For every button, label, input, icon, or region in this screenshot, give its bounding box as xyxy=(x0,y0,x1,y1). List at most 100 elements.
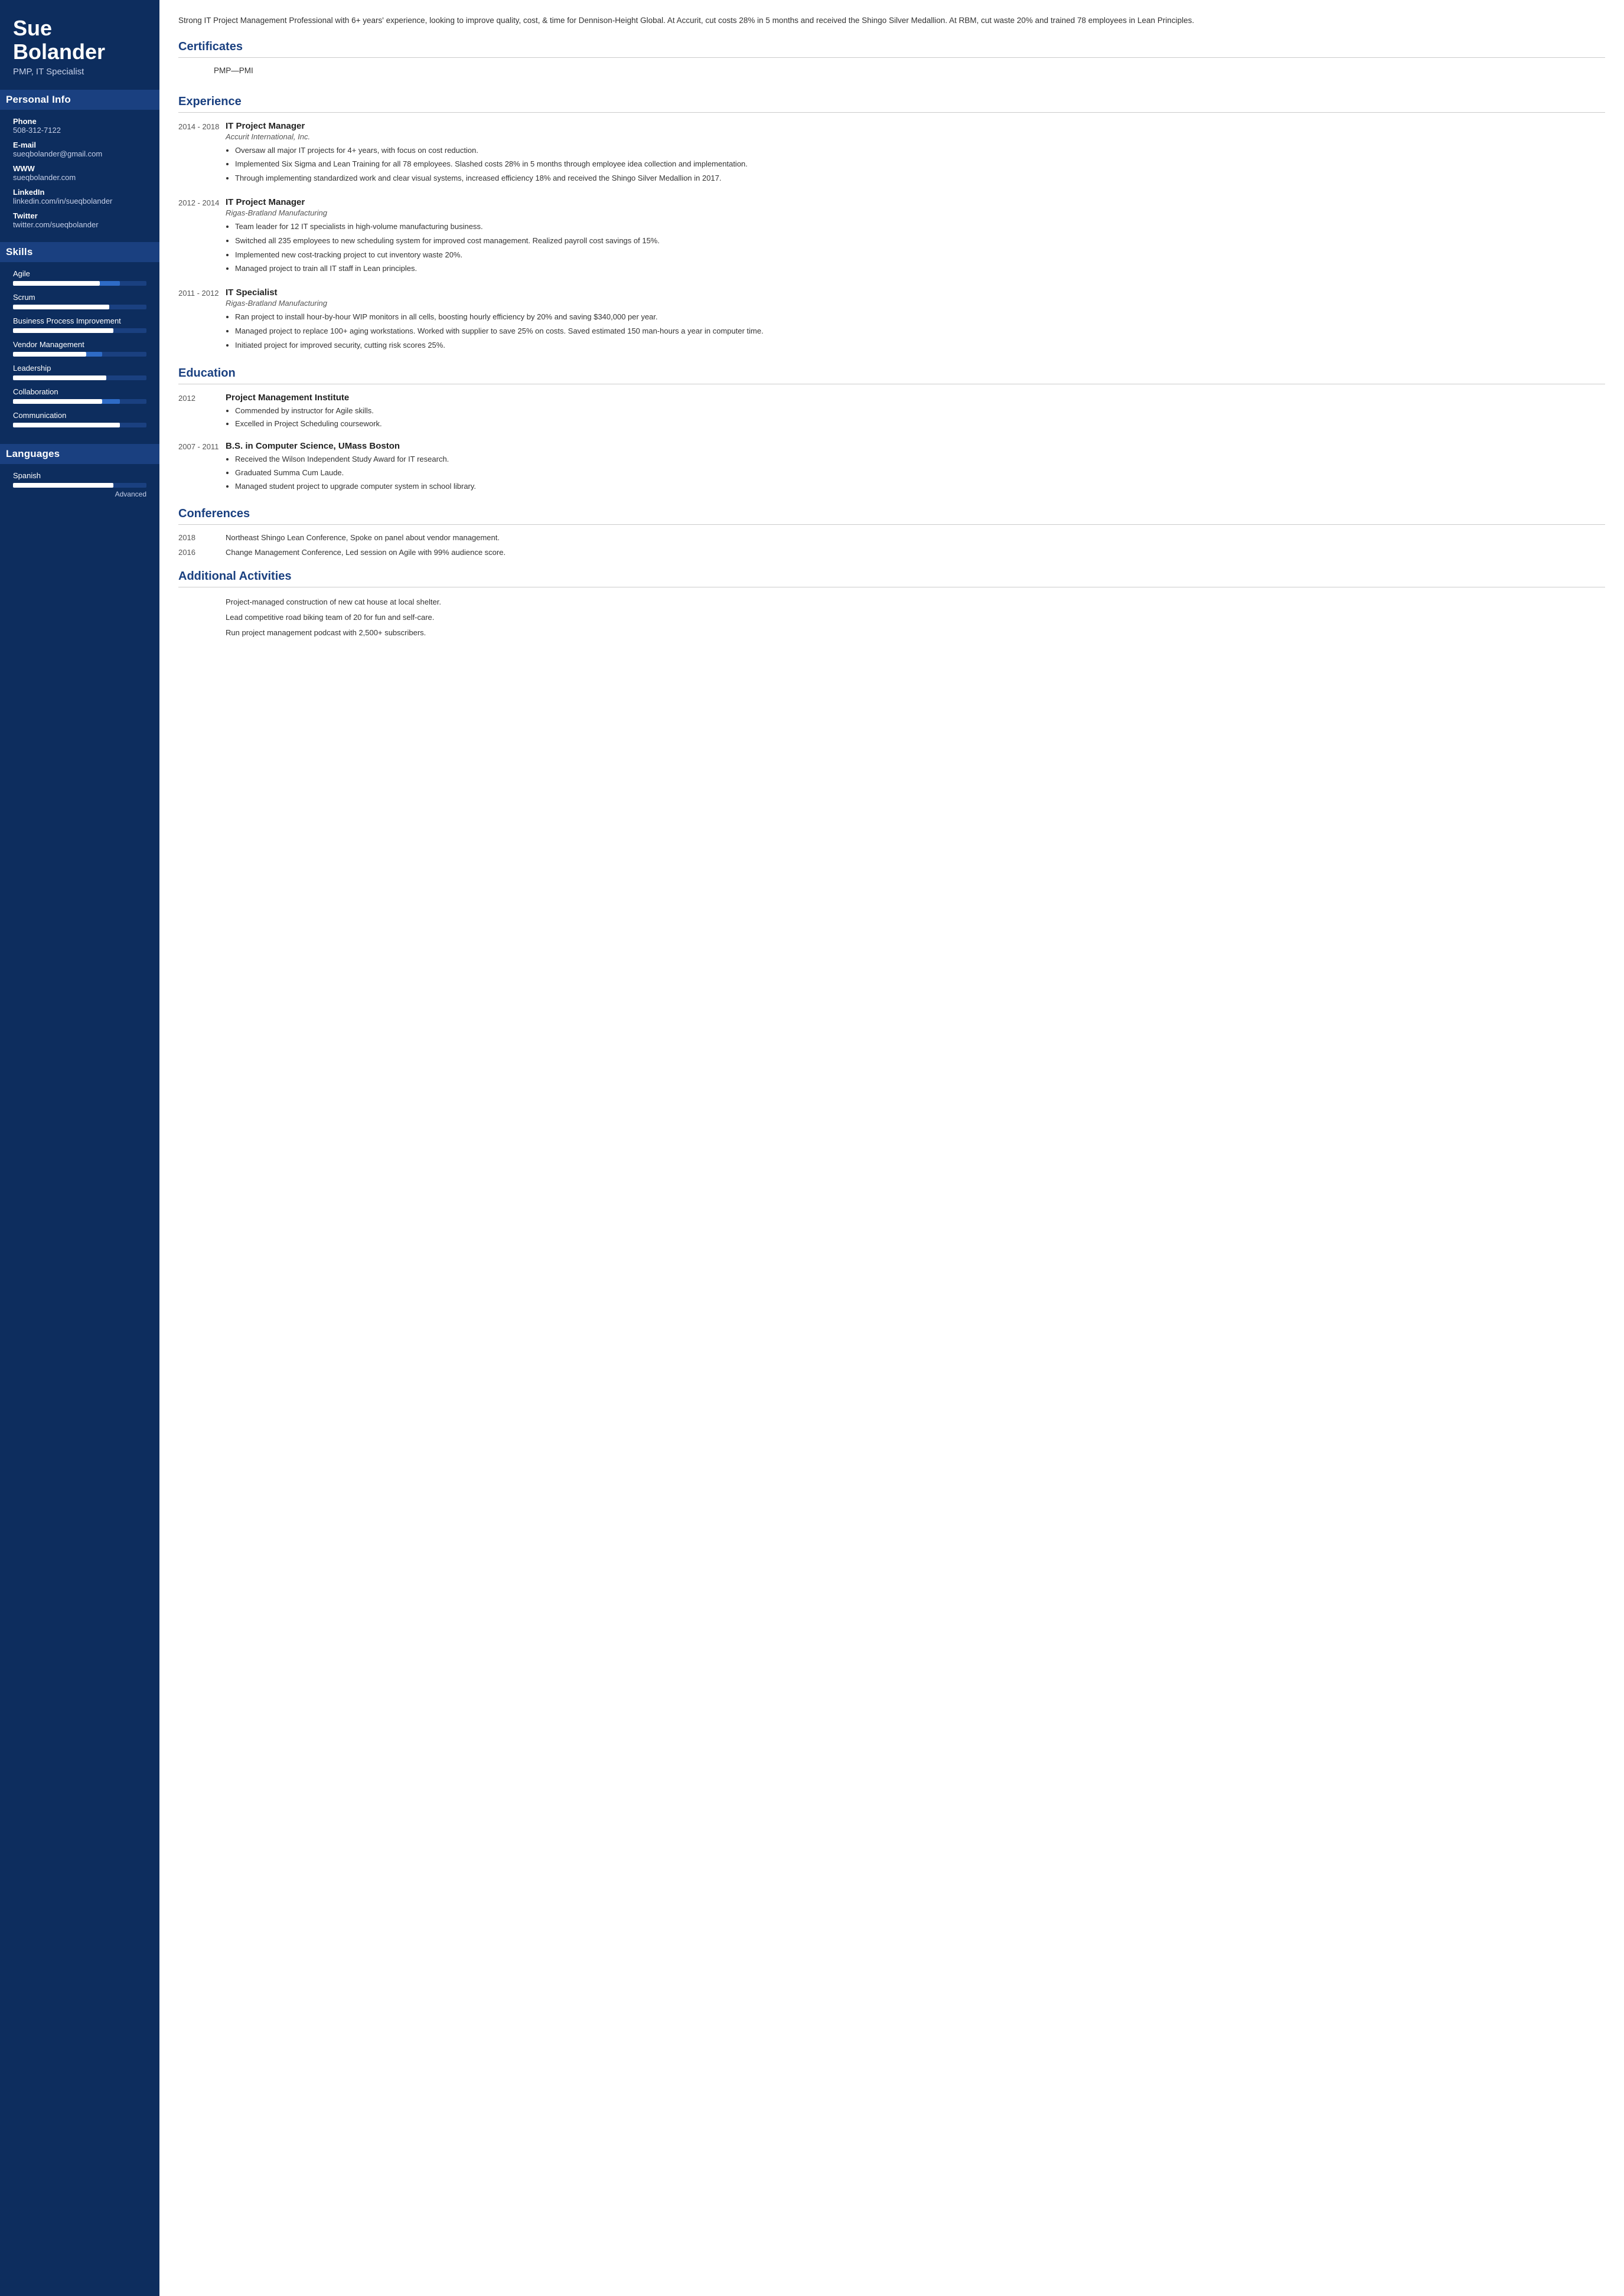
edu-item-1-bullets: Commended by instructor for Agile skills… xyxy=(226,405,1605,431)
edu-item-2-institution: B.S. in Computer Science, UMass Boston xyxy=(226,441,1605,451)
www-value: sueqbolander.com xyxy=(13,173,146,182)
cert-pmi: PMP—PMI xyxy=(178,66,1605,82)
bullet: Ran project to install hour-by-hour WIP … xyxy=(235,311,1605,324)
email-label: E-mail xyxy=(13,141,146,149)
phone-label: Phone xyxy=(13,117,146,126)
certificates-section: Certificates PMP—PMI xyxy=(178,40,1605,82)
exp-job-1-title: IT Project Manager xyxy=(226,121,1605,131)
skill-bpi-bar xyxy=(13,328,146,333)
bullet: Managed project to replace 100+ aging wo… xyxy=(235,325,1605,338)
skill-agile-fill xyxy=(13,281,100,286)
skill-collaboration-label: Collaboration xyxy=(13,387,146,396)
exp-job-2-company: Rigas-Bratland Manufacturing xyxy=(226,208,1605,217)
linkedin-label: LinkedIn xyxy=(13,188,146,197)
skill-communication-fill xyxy=(13,423,120,427)
skill-scrum-bar xyxy=(13,305,146,309)
languages-heading: Languages xyxy=(0,444,159,464)
skill-scrum-label: Scrum xyxy=(13,293,146,302)
lang-spanish: Spanish Advanced xyxy=(13,471,146,498)
skill-agile-accent xyxy=(100,281,120,286)
skill-scrum-fill xyxy=(13,305,109,309)
skill-communication: Communication xyxy=(13,411,146,427)
conferences-divider xyxy=(178,524,1605,525)
lang-spanish-fill xyxy=(13,483,113,488)
skills-section: Agile Scrum Business Process Improvement… xyxy=(13,269,146,435)
www-label: WWW xyxy=(13,164,146,173)
education-heading: Education xyxy=(178,367,1605,380)
bullet: Initiated project for improved security,… xyxy=(235,339,1605,352)
bullet: Graduated Summa Cum Laude. xyxy=(235,467,1605,479)
bullet: Implemented new cost-tracking project to… xyxy=(235,249,1605,262)
sidebar: Sue Bolander PMP, IT Specialist Personal… xyxy=(0,0,159,2296)
skills-heading: Skills xyxy=(0,242,159,262)
conf-item-1: 2018 Northeast Shingo Lean Conference, S… xyxy=(178,533,1605,542)
skill-agile: Agile xyxy=(13,269,146,286)
edu-item-2-date: 2007 - 2011 xyxy=(178,441,226,494)
exp-job-3-bullets: Ran project to install hour-by-hour WIP … xyxy=(226,311,1605,351)
edu-item-2-content: B.S. in Computer Science, UMass Boston R… xyxy=(226,441,1605,494)
activity-3: Run project management podcast with 2,50… xyxy=(178,626,1605,642)
exp-job-3: 2011 - 2012 IT Specialist Rigas-Bratland… xyxy=(178,288,1605,353)
bullet: Implemented Six Sigma and Lean Training … xyxy=(235,158,1605,171)
edu-item-1: 2012 Project Management Institute Commen… xyxy=(178,393,1605,432)
skill-vendor-bar xyxy=(13,352,146,357)
exp-job-1-content: IT Project Manager Accurit International… xyxy=(226,121,1605,187)
skill-collaboration-fill xyxy=(13,399,102,404)
linkedin-value: linkedin.com/in/sueqbolander xyxy=(13,197,146,205)
bullet: Managed student project to upgrade compu… xyxy=(235,481,1605,493)
email-item: E-mail sueqbolander@gmail.com xyxy=(13,141,146,158)
twitter-value: twitter.com/sueqbolander xyxy=(13,220,146,229)
skill-leadership-label: Leadership xyxy=(13,364,146,373)
edu-item-1-institution: Project Management Institute xyxy=(226,393,1605,403)
exp-job-3-company: Rigas-Bratland Manufacturing xyxy=(226,299,1605,308)
edu-item-1-date: 2012 xyxy=(178,393,226,432)
skill-agile-label: Agile xyxy=(13,269,146,278)
candidate-name: Sue Bolander xyxy=(13,17,146,63)
edu-item-1-content: Project Management Institute Commended b… xyxy=(226,393,1605,432)
conferences-heading: Conferences xyxy=(178,507,1605,521)
skill-communication-bar xyxy=(13,423,146,427)
twitter-item: Twitter twitter.com/sueqbolander xyxy=(13,211,146,229)
skill-leadership-bar xyxy=(13,375,146,380)
exp-job-1: 2014 - 2018 IT Project Manager Accurit I… xyxy=(178,121,1605,187)
additional-section: Additional Activities Project-managed co… xyxy=(178,570,1605,642)
phone-item: Phone 508-312-7122 xyxy=(13,117,146,135)
education-section: Education 2012 Project Management Instit… xyxy=(178,367,1605,494)
phone-value: 508-312-7122 xyxy=(13,126,146,135)
bullet: Excelled in Project Scheduling coursewor… xyxy=(235,418,1605,430)
skill-collaboration: Collaboration xyxy=(13,387,146,404)
skill-vendor-fill xyxy=(13,352,86,357)
certificates-heading: Certificates xyxy=(178,40,1605,54)
bullet: Through implementing standardized work a… xyxy=(235,172,1605,185)
bullet: Managed project to train all IT staff in… xyxy=(235,263,1605,275)
conf-item-2-desc: Change Management Conference, Led sessio… xyxy=(226,548,1605,557)
conf-item-1-year: 2018 xyxy=(178,533,226,542)
edu-item-2-bullets: Received the Wilson Independent Study Aw… xyxy=(226,453,1605,492)
twitter-label: Twitter xyxy=(13,211,146,220)
personal-info-heading: Personal Info xyxy=(0,90,159,110)
skill-communication-label: Communication xyxy=(13,411,146,420)
conf-item-2: 2016 Change Management Conference, Led s… xyxy=(178,548,1605,557)
www-item: WWW sueqbolander.com xyxy=(13,164,146,182)
experience-section: Experience 2014 - 2018 IT Project Manage… xyxy=(178,95,1605,354)
candidate-title: PMP, IT Specialist xyxy=(13,67,146,77)
skill-bpi: Business Process Improvement xyxy=(13,316,146,333)
conf-item-1-desc: Northeast Shingo Lean Conference, Spoke … xyxy=(226,533,1605,542)
skill-bpi-label: Business Process Improvement xyxy=(13,316,146,325)
exp-job-3-title: IT Specialist xyxy=(226,288,1605,298)
skill-scrum: Scrum xyxy=(13,293,146,309)
certificates-divider xyxy=(178,57,1605,58)
skill-collaboration-accent xyxy=(102,399,119,404)
summary-text: Strong IT Project Management Professiona… xyxy=(178,14,1605,27)
skill-leadership-fill xyxy=(13,375,106,380)
lang-spanish-bar xyxy=(13,483,146,488)
exp-job-3-content: IT Specialist Rigas-Bratland Manufacturi… xyxy=(226,288,1605,353)
bullet: Team leader for 12 IT specialists in hig… xyxy=(235,221,1605,233)
skill-vendor: Vendor Management xyxy=(13,340,146,357)
exp-job-3-dates: 2011 - 2012 xyxy=(178,288,226,353)
exp-job-1-dates: 2014 - 2018 xyxy=(178,121,226,187)
personal-info-section: Phone 508-312-7122 E-mail sueqbolander@g… xyxy=(13,117,146,235)
lang-spanish-level: Advanced xyxy=(13,490,146,498)
edu-item-2: 2007 - 2011 B.S. in Computer Science, UM… xyxy=(178,441,1605,494)
activity-1: Project-managed construction of new cat … xyxy=(178,596,1605,611)
